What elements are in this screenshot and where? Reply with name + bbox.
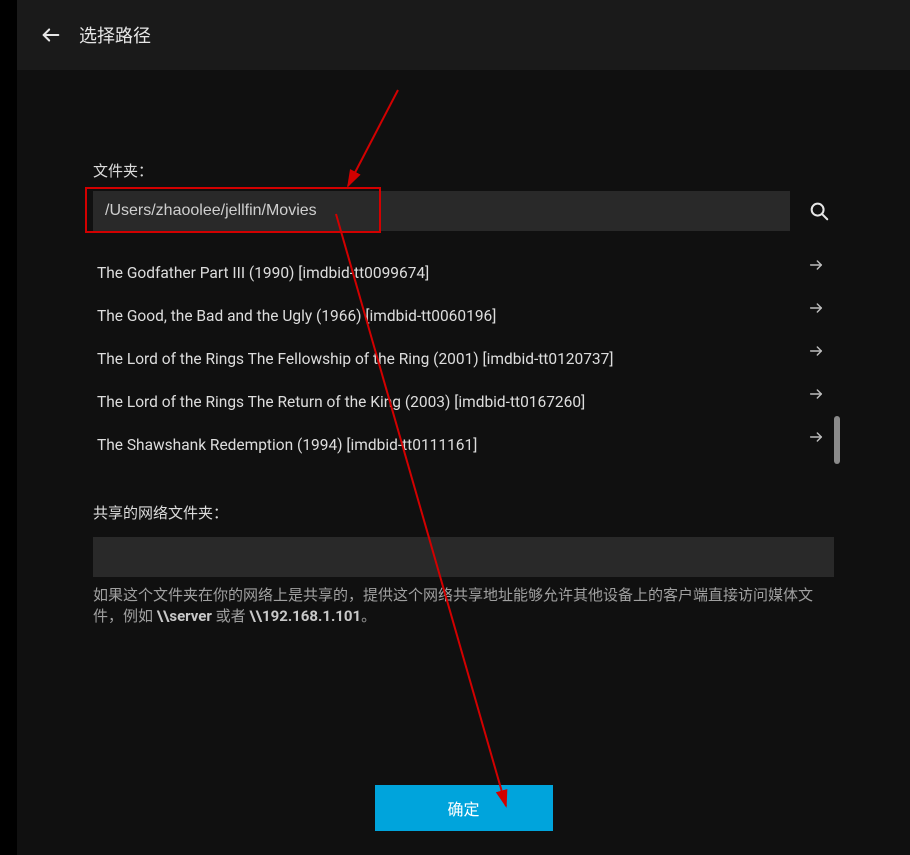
hint-text-end: 。 [361,607,376,625]
arrow-right-icon [808,343,824,359]
hint-example-2: \\192.168.1.101 [249,607,361,625]
list-item[interactable]: The Good, the Bad and the Ugly (1966) [i… [93,294,834,337]
back-button[interactable] [37,21,65,49]
arrow-right-icon [808,386,824,402]
arrow-left-icon [40,24,62,46]
network-label: 共享的网络文件夹： [93,502,834,523]
list-item[interactable]: The Godfather Part III (1990) [imdbid-tt… [93,251,834,294]
list-item-label: The Shawshank Redemption (1994) [imdbid-… [97,436,477,454]
ok-button-label: 确定 [447,796,479,820]
ok-button[interactable]: 确定 [375,785,553,831]
dialog-content: 文件夹： The Godfather Part III (1990) [imdb… [17,70,910,627]
network-section: 共享的网络文件夹： 如果这个文件夹在你的网络上是共享的，提供这个网络共享地址能够… [93,502,834,627]
dialog-header: 选择路径 [17,0,910,70]
dialog-footer: 确定 [17,775,910,855]
list-item[interactable]: The Lord of the Rings The Fellowship of … [93,337,834,380]
list-item[interactable]: The Lord of the Rings The Return of the … [93,380,834,423]
list-item-label: The Good, the Bad and the Ugly (1966) [i… [97,307,496,325]
scrollbar-thumb[interactable] [834,416,840,464]
list-item-label: The Lord of the Rings The Fellowship of … [97,350,613,368]
dialog-panel: 选择路径 文件夹： The Godfather Part III (1990) … [17,0,910,855]
folder-label: 文件夹： [93,160,834,181]
hint-text-mid: 或者 [212,607,249,625]
list-item[interactable]: The Shawshank Redemption (1994) [imdbid-… [93,423,834,466]
list-item-label: The Lord of the Rings The Return of the … [97,393,585,411]
arrow-right-icon [808,429,824,445]
search-button[interactable] [804,196,834,226]
folder-path-row [93,191,834,231]
network-path-input[interactable] [93,537,834,577]
hint-example-1: \\server [157,607,212,625]
folder-list[interactable]: The Godfather Part III (1990) [imdbid-tt… [93,251,834,466]
search-icon [808,200,830,222]
network-hint: 如果这个文件夹在你的网络上是共享的，提供这个网络共享地址能够允许其他设备上的客户… [93,585,834,627]
dialog-title: 选择路径 [79,22,151,48]
arrow-right-icon [808,257,824,273]
arrow-right-icon [808,300,824,316]
folder-path-wrap [93,191,790,231]
list-item-label: The Godfather Part III (1990) [imdbid-tt… [97,264,429,282]
folder-path-input[interactable] [93,191,790,231]
